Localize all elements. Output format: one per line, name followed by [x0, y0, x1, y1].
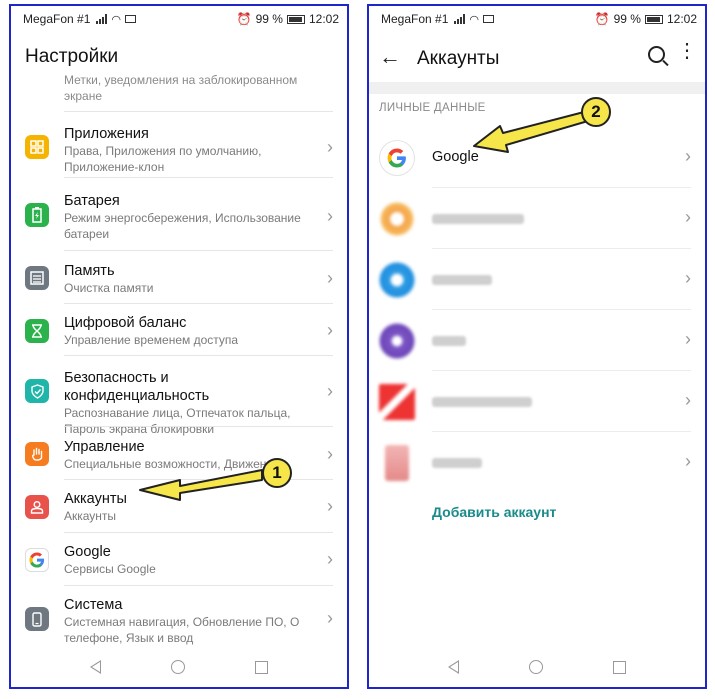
annotation-arrow-1 [139, 469, 263, 501]
annotation-badge-2: 2 [581, 97, 611, 127]
annotation-arrow-2 [473, 111, 589, 153]
annotation-badge-1: 1 [262, 458, 292, 488]
